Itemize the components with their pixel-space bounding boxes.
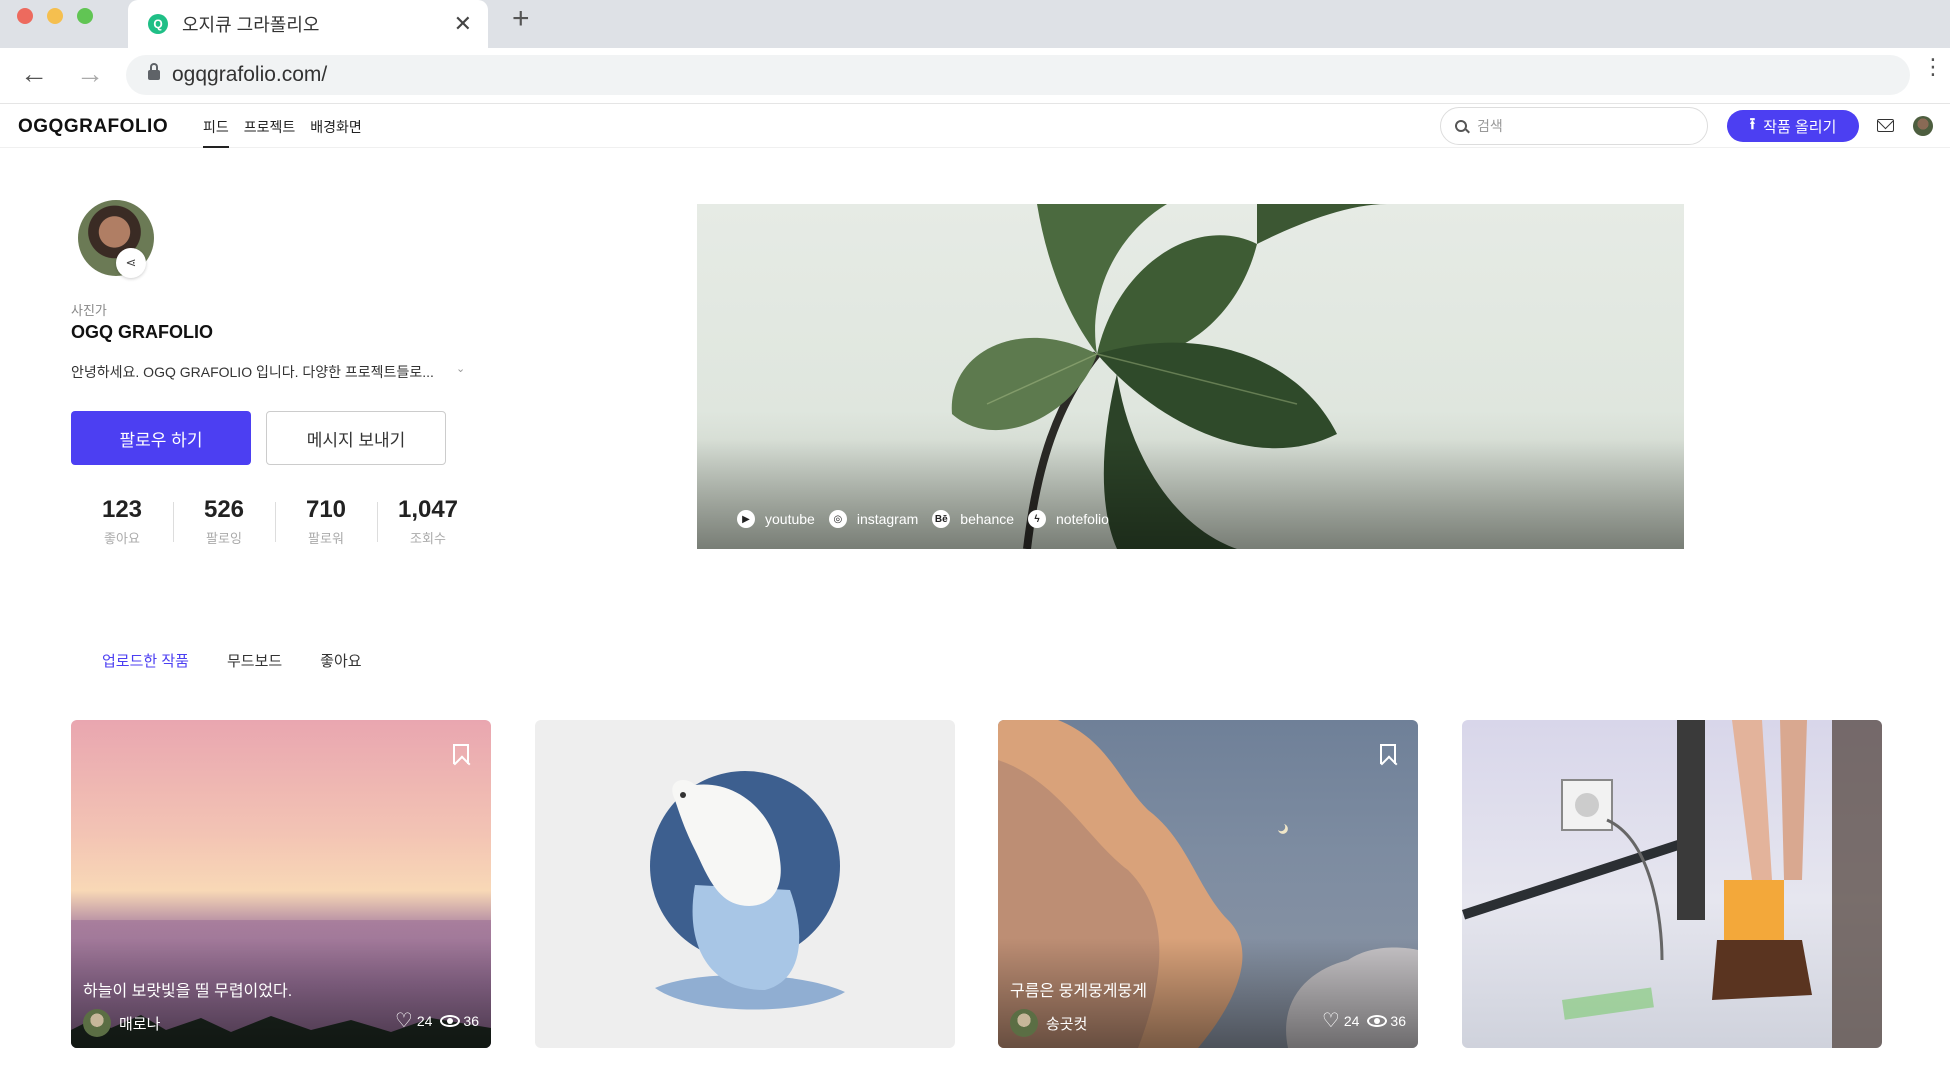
link-instagram[interactable]: ◎ instagram bbox=[828, 510, 919, 528]
close-window-button[interactable] bbox=[17, 8, 33, 24]
author-name: 송곳컷 bbox=[1046, 1015, 1088, 1033]
stat-value: 123 bbox=[101, 496, 143, 523]
stat-label: 조회수 bbox=[410, 531, 446, 546]
nav-feed[interactable]: 피드 bbox=[203, 117, 229, 137]
like-count: 24 bbox=[1343, 1013, 1360, 1029]
address-bar: ← → ogqgrafolio.com/ ⋮ bbox=[0, 48, 1950, 104]
upload-label: 작품 올리기 bbox=[1763, 118, 1837, 136]
artwork-card[interactable]: 하늘이 보랏빛을 띨 무렵이었다. 매로나 ♡ 24 36 bbox=[71, 720, 491, 1048]
send-message-button[interactable]: 메시지 보내기 bbox=[266, 411, 446, 465]
view-count: 36 bbox=[463, 1013, 479, 1029]
social-label: notefolio bbox=[1056, 511, 1109, 527]
heart-icon[interactable]: ♡ bbox=[1322, 1011, 1340, 1031]
profile-role: 사진가 bbox=[71, 303, 107, 318]
cover-gradient bbox=[697, 439, 1684, 549]
stat-value: 710 bbox=[305, 496, 347, 523]
url-text: ogqgrafolio.com/ bbox=[172, 63, 328, 86]
active-nav-indicator bbox=[203, 146, 229, 148]
like-count: 24 bbox=[416, 1013, 433, 1029]
back-arrow-icon[interactable]: ← bbox=[20, 60, 48, 88]
heart-icon[interactable]: ♡ bbox=[395, 1011, 413, 1031]
stat-label: 좋아요 bbox=[104, 531, 140, 546]
cover-image: ▶ youtube ◎ instagram Bē behance ϟ notef… bbox=[697, 204, 1684, 549]
social-label: instagram bbox=[856, 511, 919, 527]
browser-menu-icon[interactable]: ⋮ bbox=[1922, 56, 1944, 78]
stat-following[interactable]: 526 팔로잉 bbox=[173, 496, 275, 547]
search-icon bbox=[1455, 120, 1467, 132]
site-logo[interactable]: OGQGRAFOLIO bbox=[18, 116, 168, 138]
author-avatar bbox=[1010, 1009, 1038, 1037]
tab-title: 오지큐 그라폴리오 bbox=[182, 15, 320, 35]
bookmark-icon[interactable] bbox=[453, 744, 469, 764]
card-stats: ♡ 24 36 bbox=[1322, 1011, 1406, 1031]
behance-icon: Bē bbox=[932, 510, 951, 528]
instagram-icon: ◎ bbox=[828, 510, 847, 528]
browser-tab-bar: Q 오지큐 그라폴리오 ✕ + bbox=[0, 0, 1950, 48]
stat-followers[interactable]: 710 팔로워 bbox=[275, 496, 377, 547]
lock-icon bbox=[148, 63, 160, 80]
tab-uploaded-works[interactable]: 업로드한 작품 bbox=[102, 650, 189, 671]
link-youtube[interactable]: ▶ youtube bbox=[737, 510, 815, 528]
browser-tab[interactable]: Q 오지큐 그라폴리오 ✕ bbox=[128, 0, 488, 48]
profile-name: OGQ GRAFOLIO bbox=[71, 322, 213, 342]
outlet-legs-illustration bbox=[1462, 720, 1882, 1048]
profile-bio: 안녕하세요. OGQ GRAFOLIO 입니다. 다양한 프로젝트들로... bbox=[71, 364, 434, 380]
card-title: 구름은 뭉게뭉게뭉게 bbox=[1010, 983, 1147, 1000]
card-stats: ♡ 24 36 bbox=[395, 1011, 479, 1031]
nav-wallpapers[interactable]: 배경화면 bbox=[310, 117, 362, 137]
view-count: 36 bbox=[1390, 1013, 1406, 1029]
stat-label: 팔로잉 bbox=[206, 531, 242, 546]
card-author[interactable]: 매로나 bbox=[83, 1009, 160, 1037]
stat-value: 526 bbox=[203, 496, 245, 523]
site-header: OGQGRAFOLIO 피드 프로젝트 배경화면 ⭱ 작품 올리기 bbox=[0, 104, 1950, 148]
card-author[interactable]: 송곳컷 bbox=[1010, 1009, 1087, 1037]
tab-likes[interactable]: 좋아요 bbox=[320, 650, 361, 671]
share-icon[interactable]: ⋖ bbox=[116, 248, 146, 278]
social-label: behance bbox=[960, 511, 1015, 527]
social-label: youtube bbox=[765, 511, 815, 527]
grafolio-favicon-icon: Q bbox=[148, 14, 168, 34]
close-tab-icon[interactable]: ✕ bbox=[454, 11, 472, 37]
url-field[interactable]: ogqgrafolio.com/ bbox=[126, 55, 1910, 95]
bookmark-icon[interactable] bbox=[1380, 744, 1396, 764]
tab-moodboard[interactable]: 무드보드 bbox=[227, 650, 282, 671]
stat-value: 1,047 bbox=[397, 496, 459, 523]
link-behance[interactable]: Bē behance bbox=[932, 510, 1014, 528]
profile-stats: 123 좋아요 526 팔로잉 710 팔로워 1,047 조회수 bbox=[71, 496, 479, 547]
eye-icon bbox=[1367, 1015, 1388, 1027]
card-title: 하늘이 보랏빛을 띨 무렵이었다. bbox=[83, 983, 293, 1000]
artwork-card[interactable]: 구름은 뭉게뭉게뭉게 송곳컷 ♡ 24 36 bbox=[998, 720, 1418, 1048]
notefolio-icon: ϟ bbox=[1028, 510, 1047, 528]
mail-icon[interactable] bbox=[1877, 119, 1894, 132]
stat-label: 팔로워 bbox=[308, 531, 344, 546]
nav-projects[interactable]: 프로젝트 bbox=[244, 117, 296, 137]
search-box[interactable] bbox=[1440, 107, 1708, 145]
search-input[interactable] bbox=[1477, 118, 1677, 134]
follow-button[interactable]: 팔로우 하기 bbox=[71, 411, 251, 465]
main-nav: 피드 프로젝트 배경화면 bbox=[203, 117, 377, 137]
artwork-card[interactable] bbox=[1462, 720, 1882, 1048]
eye-icon bbox=[440, 1015, 461, 1027]
upload-button[interactable]: ⭱ 작품 올리기 bbox=[1727, 110, 1859, 142]
minimize-window-button[interactable] bbox=[47, 8, 63, 24]
artwork-card[interactable] bbox=[535, 720, 955, 1048]
upload-icon: ⭱ bbox=[1749, 115, 1756, 133]
author-avatar bbox=[83, 1009, 111, 1037]
stat-views: 1,047 조회수 bbox=[377, 496, 479, 547]
chevron-down-icon[interactable]: ⌄ bbox=[456, 362, 465, 375]
polar-bear-illustration bbox=[650, 771, 845, 1010]
link-notefolio[interactable]: ϟ notefolio bbox=[1028, 510, 1109, 528]
new-tab-button[interactable]: + bbox=[512, 2, 530, 36]
social-links: ▶ youtube ◎ instagram Bē behance ϟ notef… bbox=[737, 510, 1123, 528]
content-tabs: 업로드한 작품 무드보드 좋아요 bbox=[102, 650, 400, 671]
author-name: 매로나 bbox=[119, 1015, 161, 1033]
maximize-window-button[interactable] bbox=[77, 8, 93, 24]
forward-arrow-icon[interactable]: → bbox=[76, 60, 104, 88]
user-avatar[interactable] bbox=[1913, 116, 1933, 136]
stat-likes[interactable]: 123 좋아요 bbox=[71, 496, 173, 547]
youtube-icon: ▶ bbox=[737, 510, 755, 528]
